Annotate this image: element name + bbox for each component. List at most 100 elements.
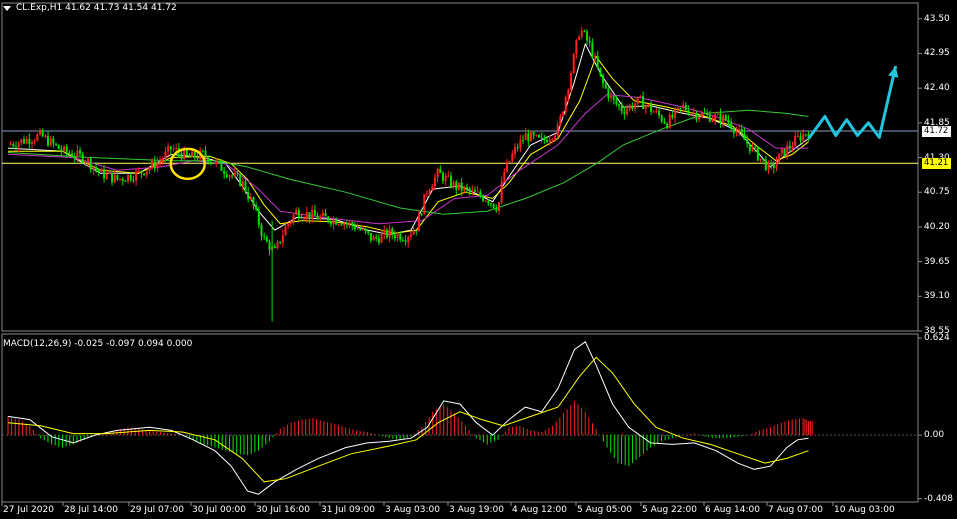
candle-body xyxy=(730,122,733,129)
candle-body xyxy=(570,73,573,90)
candle-body xyxy=(44,135,47,137)
candle-body xyxy=(121,178,124,181)
candle-body xyxy=(644,105,647,109)
candle-body xyxy=(225,173,228,178)
candle-body xyxy=(380,233,383,243)
candle-body xyxy=(161,159,164,162)
candle-body xyxy=(612,95,615,100)
candle-body xyxy=(319,216,322,220)
candle-body xyxy=(236,173,239,175)
forecast-arrow xyxy=(807,65,899,140)
candle-body xyxy=(207,156,210,163)
candle-body xyxy=(292,214,295,222)
candle-body xyxy=(241,181,244,187)
candle-body xyxy=(497,202,500,212)
candle-body xyxy=(97,169,100,172)
candle-body xyxy=(564,96,567,112)
candle-body xyxy=(756,147,759,161)
candle-body xyxy=(495,207,498,212)
candle-body xyxy=(799,135,802,141)
candle-body xyxy=(73,156,76,158)
candle-body xyxy=(666,123,669,129)
candle-body xyxy=(100,169,103,172)
candle-body xyxy=(714,114,717,120)
macd-panel-border xyxy=(1,333,919,503)
candle-body xyxy=(719,113,722,123)
support-price-label: 41.21 xyxy=(922,158,951,170)
candle-body xyxy=(636,97,639,104)
candle-body xyxy=(607,88,610,98)
candle-body xyxy=(748,143,751,152)
candle-body xyxy=(615,99,618,105)
candle-body xyxy=(468,188,471,192)
candle-body xyxy=(698,117,701,120)
candle-body xyxy=(196,157,199,159)
candle-body xyxy=(788,145,791,148)
candle-body xyxy=(415,230,418,232)
candle-body xyxy=(554,135,557,140)
candle-body xyxy=(212,162,215,164)
candle-body xyxy=(39,130,42,135)
candle-body xyxy=(345,223,348,225)
time-tick-label: 30 Jul 00:00 xyxy=(192,505,246,515)
candle-body xyxy=(751,146,754,152)
candle-body xyxy=(791,146,794,148)
candle-body xyxy=(740,129,743,134)
candle-body xyxy=(473,189,476,192)
candle-body xyxy=(399,233,402,241)
price-tick-label: 39.65 xyxy=(924,256,950,267)
candle-body xyxy=(281,235,284,243)
candle-body xyxy=(447,175,450,177)
candle-body xyxy=(164,151,167,160)
candle-body xyxy=(764,159,767,170)
time-tick-label: 5 Aug 22:00 xyxy=(642,505,697,515)
candle-body xyxy=(503,171,506,182)
candle-body xyxy=(431,186,434,191)
candle-body xyxy=(441,173,444,182)
candle-body xyxy=(300,217,303,219)
candle-body xyxy=(180,153,183,160)
candle-body xyxy=(124,180,127,182)
candle-body xyxy=(522,139,525,141)
macd-main-line xyxy=(7,341,809,495)
candle-body xyxy=(412,230,415,235)
candle-body xyxy=(716,113,719,115)
dropdown-triangle-icon[interactable] xyxy=(3,6,11,11)
candle-body xyxy=(543,137,546,141)
forecast-path xyxy=(807,65,898,140)
candle-body xyxy=(538,134,541,138)
candle-body xyxy=(620,105,623,112)
candle-body xyxy=(265,237,268,242)
candle-body xyxy=(217,160,220,162)
candle-body xyxy=(191,151,194,157)
symbol-title: CL.Exp,H1 41.62 41.73 41.54 41.72 xyxy=(16,3,177,13)
candle-body xyxy=(247,192,250,199)
candle-body xyxy=(527,133,530,142)
price-tick-label: 43.50 xyxy=(924,13,950,24)
time-tick-label: 10 Aug 03:00 xyxy=(834,505,895,515)
candle-body xyxy=(682,105,685,108)
candle-body xyxy=(159,161,162,163)
candle-body xyxy=(452,181,455,187)
candle-body xyxy=(249,197,252,199)
candle-body xyxy=(143,173,146,175)
candle-body xyxy=(524,133,527,141)
candle-body xyxy=(401,240,404,242)
candle-body xyxy=(311,210,314,219)
candle-body xyxy=(489,203,492,205)
candle-body xyxy=(303,218,306,220)
candle-body xyxy=(692,113,695,115)
time-tick-label: 30 Jul 16:00 xyxy=(256,505,310,515)
candle-body xyxy=(391,228,394,235)
candle-body xyxy=(20,139,23,143)
candle-body xyxy=(439,169,442,174)
candle-body xyxy=(28,138,31,144)
candle-body xyxy=(492,203,495,208)
time-tick-label: 27 Jul 2020 xyxy=(3,505,54,515)
candle-body xyxy=(423,194,426,215)
candle-body xyxy=(12,144,15,147)
candle-body xyxy=(372,236,375,241)
candle-body xyxy=(599,67,602,76)
candle-body xyxy=(169,146,172,150)
candle-body xyxy=(463,186,466,191)
